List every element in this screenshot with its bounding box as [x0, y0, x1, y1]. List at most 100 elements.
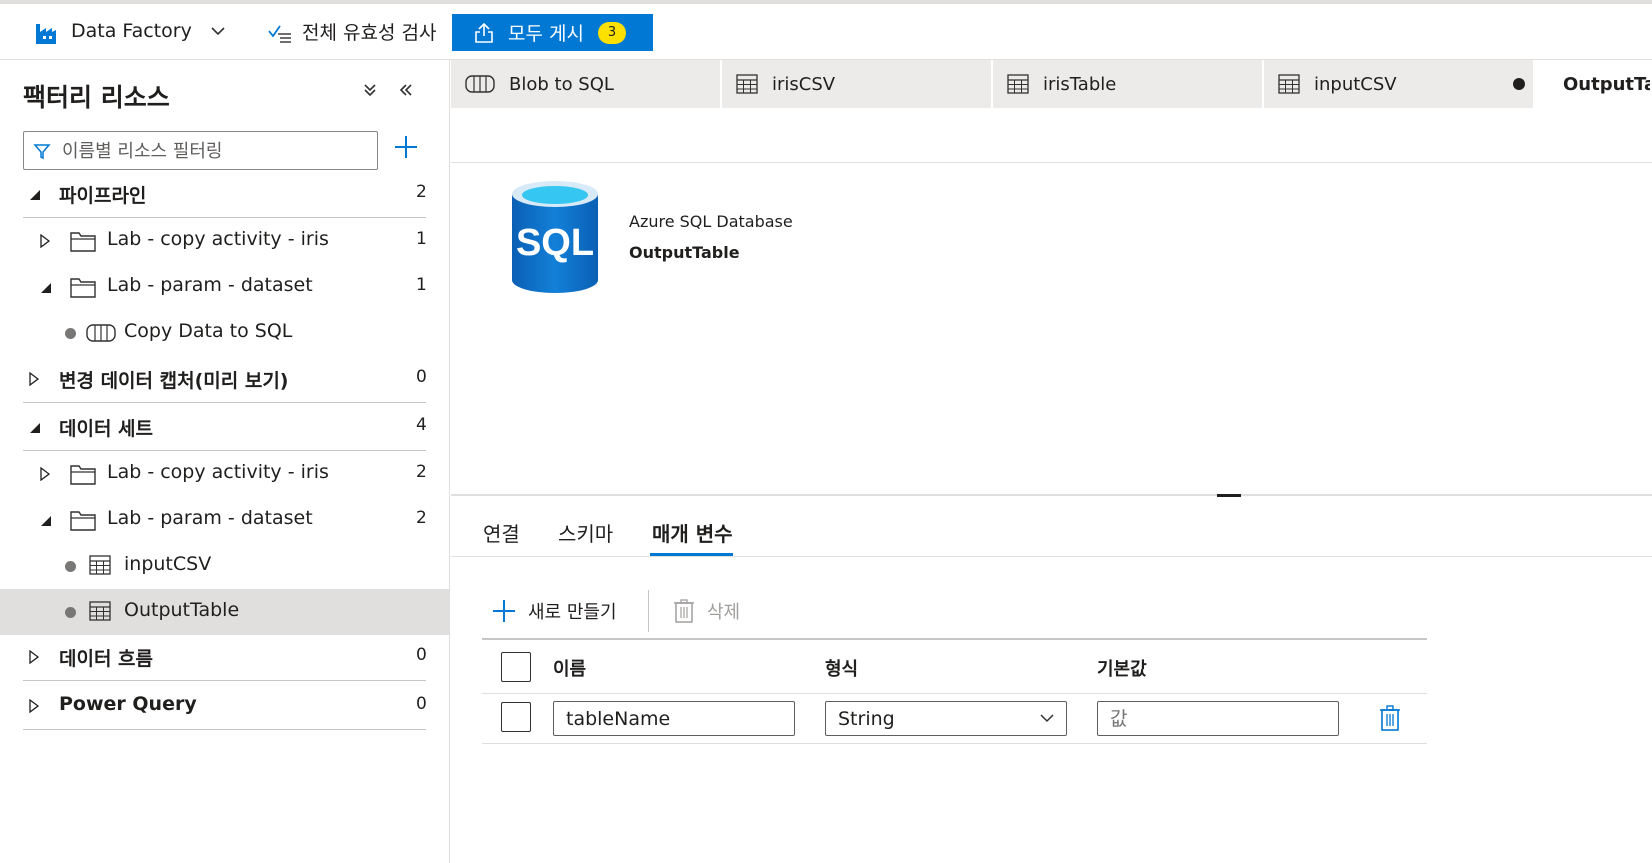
- section-change-data-capture[interactable]: 변경 데이터 캡처(미리 보기) 0: [0, 356, 450, 402]
- new-label: 새로 만들기: [528, 602, 617, 623]
- validate-all-button[interactable]: 전체 유효성 검사: [268, 18, 436, 45]
- sql-database-icon: SQL: [512, 181, 598, 293]
- tab-parameters[interactable]: 매개 변수: [652, 518, 733, 547]
- tab-connection[interactable]: 연결: [483, 518, 520, 547]
- row-checkbox[interactable]: [501, 702, 531, 732]
- sql-logo-text: SQL: [516, 222, 594, 264]
- top-toolbar: Data Factory 전체 유효성 검사 모두 게시 3: [0, 4, 1652, 60]
- section-power-query[interactable]: Power Query 0: [0, 683, 450, 729]
- grid-bottom-border: [482, 743, 1427, 744]
- grid-header-divider: [482, 693, 1427, 694]
- trash-icon: [674, 599, 694, 623]
- pipeline-item[interactable]: Copy Data to SQL: [0, 310, 450, 356]
- section-pipelines[interactable]: 파이프라인 2: [0, 171, 450, 217]
- parameter-name-field[interactable]: tableName: [553, 701, 795, 736]
- resource-filter[interactable]: [23, 131, 378, 170]
- expanded-triangle-icon: [41, 283, 51, 293]
- folder-count: 2: [416, 462, 427, 482]
- validate-icon: [268, 24, 291, 43]
- tab-outputtable[interactable]: OutputTable: [1535, 60, 1652, 108]
- section-label: 변경 데이터 캡처(미리 보기): [59, 370, 289, 392]
- factory-name[interactable]: Data Factory: [71, 20, 192, 42]
- table-icon: [736, 74, 758, 94]
- collapse-all-icon[interactable]: [362, 82, 378, 98]
- expanded-triangle-icon: [30, 423, 40, 433]
- tab-iristable[interactable]: irisTable: [993, 60, 1264, 108]
- delete-button[interactable]: 삭제: [673, 598, 740, 624]
- tab-schema[interactable]: 스키마: [558, 518, 613, 547]
- unsaved-dot: [1513, 78, 1525, 90]
- filter-icon: [33, 144, 51, 160]
- table-icon: [1007, 74, 1029, 94]
- divider: [23, 680, 426, 681]
- folder-icon: [70, 511, 96, 531]
- tab-label: OutputTable: [1563, 73, 1650, 95]
- status-dot: [65, 607, 76, 618]
- dataset-item[interactable]: inputCSV: [0, 543, 450, 589]
- collapsed-triangle-icon: [40, 234, 50, 248]
- data-factory-icon: [36, 24, 56, 44]
- folder-item[interactable]: Lab - copy activity - iris 1: [0, 218, 450, 264]
- add-resource-icon[interactable]: [393, 134, 419, 160]
- tab-iriscsv[interactable]: irisCSV: [722, 60, 993, 108]
- panel-title: 팩터리 리소스: [23, 83, 170, 112]
- tab-label: inputCSV: [1314, 73, 1397, 95]
- collapsed-triangle-icon: [40, 467, 50, 481]
- folder-count: 1: [416, 275, 427, 295]
- divider: [23, 402, 426, 403]
- folder-label: Lab - copy activity - iris: [107, 461, 329, 483]
- publish-count-badge: 3: [597, 21, 626, 44]
- delete-label: 삭제: [707, 602, 741, 623]
- parameter-type-value: String: [838, 707, 895, 730]
- pane-splitter[interactable]: [451, 494, 1652, 496]
- publish-all-button[interactable]: 모두 게시 3: [452, 14, 653, 51]
- grid-top-border: [482, 638, 1427, 640]
- pipeline-label: Copy Data to SQL: [124, 320, 293, 342]
- folder-item[interactable]: Lab - param - dataset 1: [0, 264, 450, 310]
- status-dot: [65, 328, 76, 339]
- column-header-type: 형식: [825, 659, 859, 680]
- tab-label: Blob to SQL: [509, 73, 614, 95]
- status-dot: [65, 561, 76, 572]
- tab-inputcsv[interactable]: inputCSV: [1264, 60, 1535, 108]
- folder-icon: [70, 465, 96, 485]
- collapse-panel-icon[interactable]: [398, 82, 414, 98]
- section-label: 데이터 흐름: [59, 648, 154, 670]
- expanded-triangle-icon: [30, 190, 40, 200]
- delete-row-icon[interactable]: [1379, 705, 1401, 731]
- divider: [23, 729, 426, 730]
- chevron-down-icon[interactable]: [210, 26, 226, 36]
- section-datasets[interactable]: 데이터 세트 4: [0, 404, 450, 450]
- tab-blob-to-sql[interactable]: Blob to SQL: [451, 60, 722, 108]
- table-icon: [1278, 74, 1300, 94]
- folder-item[interactable]: Lab - copy activity - iris 2: [0, 451, 450, 497]
- dataset-label: inputCSV: [124, 553, 212, 575]
- splitter-grip[interactable]: [1217, 494, 1241, 497]
- column-header-default: 기본값: [1097, 659, 1147, 680]
- new-parameter-button[interactable]: 새로 만들기: [492, 598, 617, 624]
- section-label: 파이프라인: [59, 185, 147, 207]
- section-count: 0: [416, 367, 427, 387]
- upload-icon: [475, 22, 493, 43]
- tab-label: irisTable: [1043, 73, 1117, 95]
- folder-item[interactable]: Lab - param - dataset 2: [0, 497, 450, 543]
- section-count: 4: [416, 415, 427, 435]
- folder-label: Lab - copy activity - iris: [107, 228, 329, 250]
- dataset-item-selected[interactable]: OutputTable: [0, 589, 450, 635]
- parameter-default-field[interactable]: [1097, 701, 1339, 736]
- resource-filter-input[interactable]: [62, 136, 362, 166]
- parameter-type-select[interactable]: String: [825, 701, 1067, 736]
- table-icon: [89, 601, 111, 621]
- collapsed-triangle-icon: [29, 650, 39, 664]
- section-dataflows[interactable]: 데이터 흐름 0: [0, 634, 450, 680]
- section-count: 0: [416, 645, 427, 665]
- chevron-down-icon: [1040, 714, 1054, 723]
- table-icon: [89, 555, 111, 575]
- select-all-checkbox[interactable]: [501, 652, 531, 682]
- folder-icon: [70, 232, 96, 252]
- plus-icon: [493, 600, 515, 622]
- dataset-name: OutputTable: [629, 243, 740, 262]
- section-count: 2: [416, 182, 427, 202]
- expanded-triangle-icon: [41, 516, 51, 526]
- section-label: Power Query: [59, 693, 197, 715]
